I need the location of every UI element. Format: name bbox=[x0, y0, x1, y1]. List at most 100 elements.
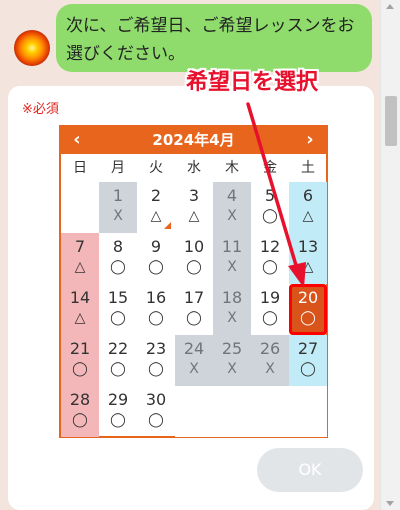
form-card: ※必須 2024年4月 ‹ › 日月火水木金土 1 X 2 △ 3 △ 4 X 5 ◯ 6 △ 7 △ 8 ◯… bbox=[8, 86, 374, 510]
day-number: 8 bbox=[112, 237, 124, 256]
day-number: 16 bbox=[145, 288, 167, 307]
day-number: 4 bbox=[226, 186, 238, 205]
calendar-day[interactable]: 6 △ bbox=[289, 182, 327, 233]
scroll-down-icon[interactable] bbox=[386, 501, 394, 506]
day-number: 26 bbox=[259, 339, 281, 358]
availability-mark: ◯ bbox=[110, 310, 126, 326]
availability-mark: X bbox=[113, 208, 123, 224]
calendar-day[interactable]: 3 △ bbox=[175, 182, 213, 233]
required-label: ※必須 bbox=[22, 102, 59, 117]
availability-mark: ◯ bbox=[300, 361, 316, 377]
calendar-day[interactable]: 17 ◯ bbox=[175, 284, 213, 335]
calendar-cell-empty bbox=[175, 386, 213, 437]
avatar bbox=[14, 30, 50, 66]
weekday-label: 日 bbox=[73, 160, 87, 176]
availability-mark: ◯ bbox=[148, 259, 164, 275]
calendar-header: 2024年4月 ‹ › bbox=[61, 127, 326, 154]
day-number: 25 bbox=[221, 339, 243, 358]
calendar-title: 2024年4月 bbox=[152, 131, 235, 149]
calendar-cell-empty bbox=[289, 386, 327, 437]
scroll-up-icon[interactable] bbox=[386, 4, 394, 9]
calendar-cell-empty bbox=[251, 386, 289, 437]
availability-mark: ◯ bbox=[148, 412, 164, 428]
day-number: 6 bbox=[302, 186, 314, 205]
availability-mark: ◯ bbox=[262, 208, 278, 224]
calendar-day: 24 X bbox=[175, 335, 213, 386]
scroll-thumb[interactable] bbox=[385, 96, 397, 146]
calendar-day[interactable]: 27 ◯ bbox=[289, 335, 327, 386]
weekday-label: 金 bbox=[263, 160, 277, 176]
calendar-day[interactable]: 19 ◯ bbox=[251, 284, 289, 335]
calendar-day[interactable]: 16 ◯ bbox=[137, 284, 175, 335]
day-number: 12 bbox=[259, 237, 281, 256]
day-number: 29 bbox=[107, 390, 129, 409]
calendar-cell-empty bbox=[61, 182, 99, 233]
weekday-label: 土 bbox=[301, 160, 315, 176]
availability-mark: △ bbox=[188, 208, 200, 224]
calendar-day[interactable]: 5 ◯ bbox=[251, 182, 289, 233]
triangle-marker-icon bbox=[164, 222, 171, 229]
annotation-label: 希望日を選択 bbox=[186, 70, 319, 95]
calendar-day[interactable]: 30 ◯ bbox=[137, 386, 175, 437]
day-number: 1 bbox=[112, 186, 124, 205]
chevron-right-icon[interactable]: › bbox=[298, 127, 322, 154]
availability-mark: X bbox=[265, 361, 275, 377]
availability-mark: ◯ bbox=[186, 259, 202, 275]
day-number: 17 bbox=[183, 288, 205, 307]
availability-mark: △ bbox=[302, 259, 314, 275]
calendar-cell-empty bbox=[213, 386, 251, 437]
weekday-label: 月 bbox=[111, 160, 125, 176]
availability-mark: ◯ bbox=[300, 310, 316, 326]
calendar-day-selected[interactable]: 20 ◯ bbox=[289, 284, 327, 335]
availability-mark: X bbox=[189, 361, 199, 377]
weekday-label: 水 bbox=[187, 160, 201, 176]
calendar-day[interactable]: 23 ◯ bbox=[137, 335, 175, 386]
calendar-day[interactable]: 22 ◯ bbox=[99, 335, 137, 386]
day-number: 13 bbox=[297, 237, 319, 256]
calendar-day[interactable]: 13 △ bbox=[289, 233, 327, 284]
availability-mark: ◯ bbox=[110, 259, 126, 275]
calendar-day[interactable]: 29 ◯ bbox=[99, 386, 137, 437]
day-number: 11 bbox=[221, 237, 243, 256]
calendar-day: 25 X bbox=[213, 335, 251, 386]
availability-mark: ◯ bbox=[148, 310, 164, 326]
availability-mark: ◯ bbox=[110, 412, 126, 428]
calendar-day[interactable]: 9 ◯ bbox=[137, 233, 175, 284]
calendar-day[interactable]: 14 △ bbox=[61, 284, 99, 335]
calendar-day[interactable]: 10 ◯ bbox=[175, 233, 213, 284]
day-number: 20 bbox=[297, 288, 319, 307]
calendar-day[interactable]: 12 ◯ bbox=[251, 233, 289, 284]
calendar-day: 4X bbox=[213, 182, 251, 233]
day-number: 3 bbox=[188, 186, 200, 205]
day-number: 30 bbox=[145, 390, 167, 409]
calendar-day[interactable]: 7 △ bbox=[61, 233, 99, 284]
day-number: 21 bbox=[69, 339, 91, 358]
weekday-label: 火 bbox=[149, 160, 163, 176]
calendar-day[interactable]: 28 ◯ bbox=[61, 386, 99, 437]
availability-mark: X bbox=[227, 259, 237, 275]
calendar-day[interactable]: 15 ◯ bbox=[99, 284, 137, 335]
availability-mark: ◯ bbox=[72, 412, 88, 428]
scrollbar[interactable] bbox=[380, 0, 400, 510]
availability-mark: ◯ bbox=[148, 361, 164, 377]
calendar-day[interactable]: 8 ◯ bbox=[99, 233, 137, 284]
calendar-day[interactable]: 2 △ bbox=[137, 182, 175, 233]
day-number: 19 bbox=[259, 288, 281, 307]
day-number: 14 bbox=[69, 288, 91, 307]
chat-bubble: 次に、ご希望日、ご希望レッスンをお選びください。 bbox=[56, 4, 372, 72]
day-number: 15 bbox=[107, 288, 129, 307]
chat-message: 次に、ご希望日、ご希望レッスンをお選びください。 bbox=[66, 16, 355, 64]
calendar-day: 11 X bbox=[213, 233, 251, 284]
availability-mark: △ bbox=[302, 208, 314, 224]
day-number: 10 bbox=[183, 237, 205, 256]
calendar-day: 1X bbox=[99, 182, 137, 233]
calendar: 2024年4月 ‹ › 日月火水木金土 1 X 2 △ 3 △ 4 X 5 ◯ 6 △ 7 △ 8 ◯ 9 ◯ 10… bbox=[59, 125, 328, 438]
ok-button[interactable]: OK bbox=[257, 448, 363, 492]
day-number: 27 bbox=[297, 339, 319, 358]
calendar-day[interactable]: 21 ◯ bbox=[61, 335, 99, 386]
availability-mark: ◯ bbox=[262, 310, 278, 326]
day-number: 28 bbox=[69, 390, 91, 409]
weekday-row: 日月火水木金土 bbox=[61, 154, 326, 182]
availability-mark: X bbox=[227, 310, 237, 326]
chevron-left-icon[interactable]: ‹ bbox=[65, 127, 89, 154]
